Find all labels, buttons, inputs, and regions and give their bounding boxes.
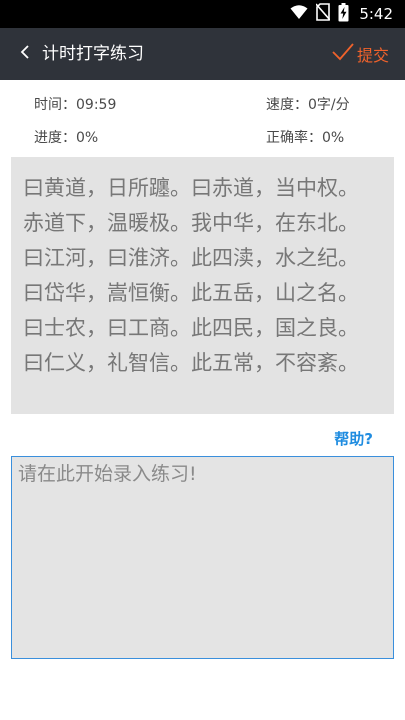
wifi-icon (290, 4, 308, 24)
passage-line: 曰江河，曰淮济。此四渎，水之纪。 (23, 246, 359, 270)
chevron-left-icon (19, 44, 31, 64)
typing-input[interactable] (12, 457, 393, 658)
passage-line: 曰黄道，日所躔。曰赤道，当中权。 (23, 176, 359, 200)
status-bar: 5:42 (0, 0, 405, 28)
submit-label: 提交 (356, 46, 389, 65)
help-link[interactable]: 帮助? (334, 428, 373, 449)
app-bar: 计时打字练习 提交 (0, 28, 405, 80)
speed-stat: 速度：0字/分 (266, 97, 350, 113)
accuracy-stat: 正确率：0% (266, 130, 345, 146)
time-stat: 时间：09:59 (34, 97, 117, 113)
stats-panel: 时间：09:59 速度：0字/分 进度：0% 正确率：0% (0, 80, 405, 152)
back-button[interactable] (12, 40, 38, 68)
progress-stat: 进度：0% (34, 130, 99, 146)
passage-line: 曰士农，曰工商。此四民，国之良。 (23, 316, 359, 340)
typing-input-box (11, 456, 394, 659)
status-icons: 5:42 (290, 2, 393, 26)
passage-line: 曰岱华，嵩恒衡。此五岳，山之名。 (23, 281, 359, 305)
no-sim-icon (315, 3, 331, 25)
practice-passage: 曰黄道，日所躔。曰赤道，当中权。 赤道下，温暖极。我中华，在东北。 曰江河，曰淮… (11, 157, 394, 414)
submit-button[interactable]: 提交 (331, 40, 389, 68)
passage-line: 赤道下，温暖极。我中华，在东北。 (23, 211, 359, 235)
status-time: 5:42 (359, 5, 393, 23)
checkmark-icon (331, 41, 355, 67)
battery-icon (338, 2, 349, 26)
passage-line: 曰仁义，礼智信。此五常，不容紊。 (23, 351, 359, 375)
page-title: 计时打字练习 (42, 44, 144, 64)
passage-lines: 曰黄道，日所躔。曰赤道，当中权。 赤道下，温暖极。我中华，在东北。 曰江河，曰淮… (23, 171, 386, 381)
